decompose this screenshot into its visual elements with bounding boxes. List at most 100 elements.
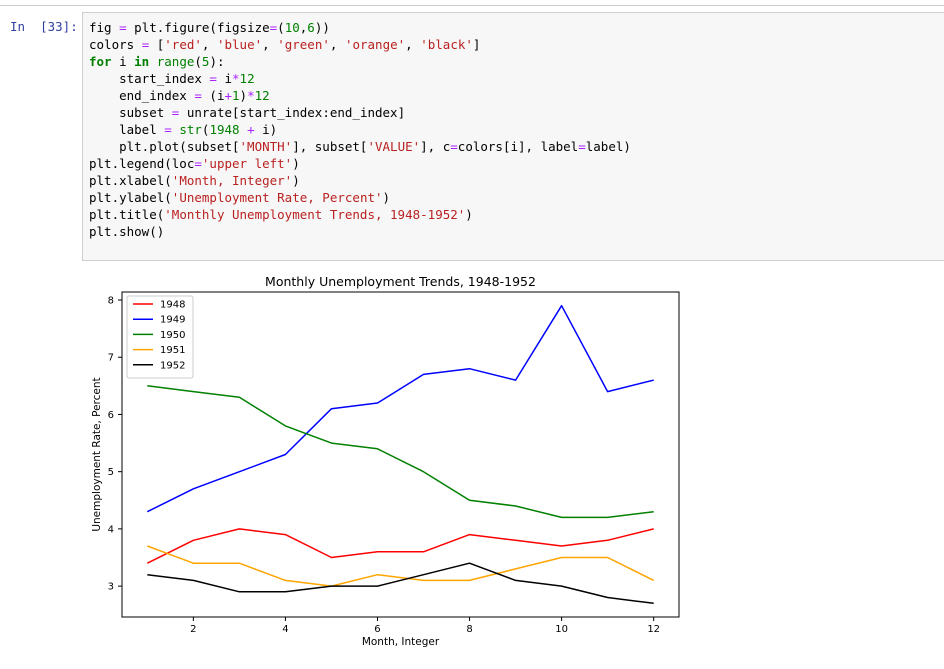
code-token: = bbox=[164, 122, 172, 137]
code-line: plt.ylabel('Unemployment Rate, Percent') bbox=[89, 190, 390, 205]
code-token: 1 bbox=[232, 88, 240, 103]
code-token: = bbox=[194, 88, 202, 103]
code-token: 12 bbox=[254, 88, 270, 103]
code-token: in bbox=[134, 54, 150, 69]
y-tick-label: 6 bbox=[108, 410, 114, 421]
y-tick-label: 3 bbox=[108, 582, 114, 593]
x-tick-label: 8 bbox=[466, 624, 472, 635]
code-token: , bbox=[405, 37, 421, 52]
code-token: label bbox=[89, 122, 165, 137]
code-line: start_index = i*12 bbox=[89, 71, 255, 86]
code-token: 'blue' bbox=[216, 37, 263, 52]
code-token: = bbox=[578, 139, 586, 154]
code-token: ] bbox=[472, 37, 481, 52]
code-token: [ bbox=[149, 37, 165, 52]
y-tick-label: 4 bbox=[108, 524, 114, 535]
y-tick-label: 8 bbox=[108, 296, 114, 307]
code-token: ( bbox=[194, 54, 202, 69]
code-token: * bbox=[232, 71, 240, 86]
code-token: 'MONTH' bbox=[239, 139, 293, 154]
code-token: 10 bbox=[284, 20, 300, 35]
code-token: (i bbox=[201, 88, 225, 103]
code-line: colors = ['red', 'blue', 'green', 'orang… bbox=[89, 37, 480, 52]
code-token: , bbox=[329, 37, 345, 52]
code-token: start_index bbox=[89, 71, 210, 86]
code-token: + bbox=[247, 122, 255, 137]
code-line: fig = plt.figure(figsize=(10,6)) bbox=[89, 20, 330, 35]
code-token: 'green' bbox=[277, 37, 330, 52]
code-token: ], subset[ bbox=[292, 139, 368, 154]
code-line: plt.xlabel('Month, Integer') bbox=[89, 173, 300, 188]
code-token: i bbox=[216, 71, 233, 86]
chart-legend: 1948 1949 1950 1951 1952 bbox=[126, 295, 194, 379]
code-token: * bbox=[247, 88, 255, 103]
code-token: 'black' bbox=[420, 37, 473, 52]
legend-label: 1948 bbox=[160, 300, 185, 311]
code-line: end_index = (i+1)*12 bbox=[89, 88, 270, 103]
code-token: = bbox=[194, 156, 202, 171]
code-token: 'orange' bbox=[344, 37, 406, 52]
code-line: subset = unrate[start_index:end_index] bbox=[89, 105, 405, 120]
code-token: = bbox=[209, 71, 217, 86]
code-text[interactable]: fig = plt.figure(figsize = (10, 6)) colors … bbox=[89, 19, 631, 240]
code-token: 'red' bbox=[164, 37, 202, 52]
code-line: plt.show() bbox=[89, 224, 164, 239]
input-prompt: In [33]: bbox=[10, 19, 78, 34]
code-token: range bbox=[156, 54, 195, 69]
x-tick-label: 6 bbox=[374, 624, 380, 635]
x-tick-label: 2 bbox=[190, 624, 196, 635]
code-line: label = str(1948 + i) bbox=[89, 122, 277, 137]
code-token: i) bbox=[254, 122, 278, 137]
code-token: plt.plot(subset[ bbox=[89, 139, 240, 154]
code-token: = bbox=[450, 139, 458, 154]
code-token: subset bbox=[89, 105, 172, 120]
code-token: plt.xlabel( bbox=[89, 173, 172, 188]
code-token: ], c bbox=[420, 139, 451, 154]
legend-label: 1951 bbox=[160, 345, 185, 356]
code-token: ( bbox=[277, 20, 285, 35]
y-axis-label: Unemployment Rate, Percent bbox=[91, 377, 103, 531]
code-token: colors[i], label bbox=[457, 139, 579, 154]
x-tick-label: 12 bbox=[647, 624, 660, 635]
code-token: 'Monthly Unemployment Trends, 1948-1952' bbox=[164, 207, 466, 222]
code-token: 6 bbox=[307, 20, 315, 35]
code-token: = bbox=[119, 20, 127, 35]
code-token: plt.title( bbox=[89, 207, 165, 222]
code-line: plt.plot(subset['MONTH'], subset['VALUE'… bbox=[89, 139, 631, 154]
code-token: 1948 bbox=[209, 122, 240, 137]
code-token: for bbox=[89, 54, 112, 69]
code-token: ): bbox=[209, 54, 225, 69]
code-token: ) bbox=[239, 88, 248, 103]
code-token: ) bbox=[292, 173, 300, 188]
code-token: label) bbox=[585, 139, 631, 154]
code-token: ) bbox=[465, 207, 473, 222]
code-token: 12 bbox=[239, 71, 255, 86]
code-token: plt.ylabel( bbox=[89, 190, 172, 205]
y-tick-label: 7 bbox=[108, 353, 114, 364]
code-token: ) bbox=[382, 190, 391, 205]
code-token: plt.legend(loc bbox=[89, 156, 195, 171]
code-token: 'Unemployment Rate, Percent' bbox=[171, 190, 383, 205]
code-token: end_index bbox=[89, 88, 195, 103]
code-token: )) bbox=[314, 20, 330, 35]
code-token: + bbox=[224, 88, 232, 103]
code-token: str bbox=[179, 122, 202, 137]
y-tick-label: 5 bbox=[108, 467, 114, 478]
code-token: fig bbox=[89, 20, 120, 35]
code-token: 'upper left' bbox=[201, 156, 293, 171]
code-token: , bbox=[201, 37, 217, 52]
code-line: plt.title('Monthly Unemployment Trends, … bbox=[89, 207, 473, 222]
line-chart: Monthly Unemployment Trends, 1948-1952 2… bbox=[91, 274, 680, 648]
code-token: 'VALUE' bbox=[367, 139, 421, 154]
code-line: plt.legend(loc='upper left') bbox=[89, 156, 300, 171]
x-axis-label: Month, Integer bbox=[362, 636, 440, 648]
code-token: figure(figsize bbox=[164, 20, 270, 35]
code-token: unrate[start_index:end_index] bbox=[179, 105, 406, 120]
code-token: ) bbox=[292, 156, 300, 171]
legend-label: 1952 bbox=[160, 360, 185, 371]
plot-area bbox=[121, 291, 680, 618]
legend-label: 1949 bbox=[160, 315, 185, 326]
code-cell-editor[interactable]: fig = plt.figure(figsize = (10, 6)) colors … bbox=[82, 12, 944, 261]
